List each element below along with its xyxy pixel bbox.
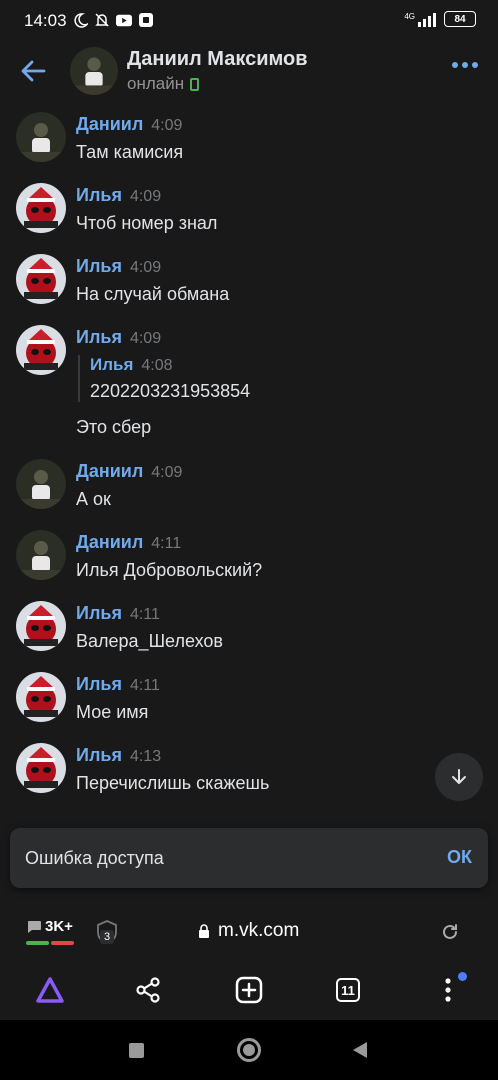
status-time: 14:03 bbox=[24, 11, 67, 30]
avatar-ilya[interactable] bbox=[16, 601, 66, 651]
message-text: Валера_Шелехов bbox=[76, 631, 223, 651]
battery-icon: 84 bbox=[444, 11, 476, 27]
forwarded-message[interactable]: Илья 4:08 2202203231953854 bbox=[78, 355, 250, 402]
avatar-ilya[interactable] bbox=[16, 325, 66, 375]
message-author[interactable]: Даниил bbox=[76, 532, 143, 552]
message-text: Мое имя bbox=[76, 702, 149, 722]
avatar-ilya[interactable] bbox=[16, 672, 66, 722]
notifications-off-icon bbox=[94, 12, 110, 28]
message-list: Даниил 4:09 Там камисия Илья 4:09 Чтоб ном… bbox=[0, 102, 498, 900]
message-time: 4:09 bbox=[129, 259, 162, 276]
browser-toolbar: 11 bbox=[0, 960, 498, 1020]
online-status: онлайн bbox=[127, 74, 185, 93]
message-author[interactable]: Илья bbox=[76, 603, 122, 623]
url-field[interactable]: m.vk.com bbox=[198, 920, 299, 942]
app-icon bbox=[138, 12, 154, 28]
moon-icon bbox=[72, 12, 88, 28]
mobile-online-icon bbox=[190, 77, 200, 91]
message-author[interactable]: Даниил bbox=[76, 114, 143, 134]
signal-icon: 4G bbox=[404, 12, 436, 27]
tracker-count: 3 bbox=[100, 930, 115, 944]
alice-icon[interactable] bbox=[34, 974, 66, 1006]
avatar-daniil[interactable] bbox=[16, 112, 66, 162]
share-icon[interactable] bbox=[132, 974, 164, 1006]
message-author[interactable]: Илья bbox=[76, 745, 122, 765]
avatar-daniil[interactable] bbox=[16, 459, 66, 509]
message-text: Илья Добровольский? bbox=[76, 560, 263, 580]
message-time: 4:09 bbox=[129, 188, 162, 205]
message-time: 4:11 bbox=[151, 535, 182, 552]
chat-counter[interactable]: 3K+ bbox=[26, 918, 73, 935]
back-arrow-icon[interactable] bbox=[18, 56, 48, 86]
status-bar: 14:03 4G 84 bbox=[0, 0, 498, 42]
youtube-icon bbox=[116, 12, 132, 28]
message-author[interactable]: Даниил bbox=[76, 461, 143, 481]
avatar-daniil[interactable] bbox=[16, 530, 66, 580]
avatar-ilya[interactable] bbox=[16, 183, 66, 233]
browser-address-bar: 3K+ 3 m.vk.com bbox=[0, 900, 498, 960]
back-icon[interactable] bbox=[352, 1041, 368, 1064]
network-type: 4G bbox=[404, 11, 415, 21]
message-author[interactable]: Илья bbox=[76, 256, 122, 276]
toast-message: Ошибка доступа bbox=[25, 848, 164, 868]
message-time: 4:09 bbox=[151, 464, 183, 481]
message-author[interactable]: Илья bbox=[76, 674, 122, 694]
forwarded-text: 2202203231953854 bbox=[90, 381, 251, 401]
message-time: 4:09 bbox=[129, 330, 162, 347]
forwarded-author: Илья bbox=[90, 355, 134, 374]
message-time: 4:11 bbox=[129, 677, 160, 694]
contact-name[interactable]: Даниил Максимов bbox=[127, 48, 308, 71]
chat-bubble-icon bbox=[28, 920, 41, 933]
notification-dot bbox=[458, 972, 467, 981]
recents-icon[interactable] bbox=[129, 1043, 144, 1058]
new-tab-icon[interactable] bbox=[233, 974, 265, 1006]
message-author[interactable]: Илья bbox=[76, 185, 122, 205]
tabs-icon[interactable]: 11 bbox=[332, 974, 364, 1006]
open-tabs-count: 11 bbox=[336, 978, 360, 1002]
chat-counter-label: 3K+ bbox=[45, 918, 73, 935]
message-time: 4:11 bbox=[129, 606, 160, 623]
arrow-down-icon bbox=[452, 769, 466, 784]
message-text: Чтоб номер знал bbox=[76, 213, 218, 233]
more-icon[interactable] bbox=[452, 62, 478, 68]
toast-ok-button[interactable]: ОК bbox=[447, 847, 472, 868]
avatar-ilya[interactable] bbox=[16, 743, 66, 793]
lock-icon bbox=[199, 924, 209, 938]
message-text: Это сбер bbox=[76, 417, 152, 437]
message-text: На случай обмана bbox=[76, 284, 230, 304]
home-icon[interactable] bbox=[237, 1038, 261, 1062]
system-navigation-bar bbox=[0, 1020, 498, 1080]
avatar[interactable] bbox=[70, 47, 118, 95]
chat-header: Даниил Максимов онлайн bbox=[0, 42, 498, 102]
avatar-ilya[interactable] bbox=[16, 254, 66, 304]
message-text: Перечислишь скажешь bbox=[76, 773, 270, 793]
message-time: 4:13 bbox=[129, 748, 162, 765]
scroll-down-button[interactable] bbox=[435, 753, 483, 801]
error-toast: Ошибка доступа ОК bbox=[10, 828, 488, 888]
reload-icon[interactable] bbox=[440, 922, 460, 947]
forwarded-time: 4:08 bbox=[141, 357, 173, 374]
message-author[interactable]: Илья bbox=[76, 327, 122, 347]
message-text: А ок bbox=[76, 489, 111, 509]
message-time: 4:09 bbox=[151, 117, 183, 134]
url-text: m.vk.com bbox=[218, 920, 300, 941]
message-text: Там камисия bbox=[76, 142, 184, 162]
